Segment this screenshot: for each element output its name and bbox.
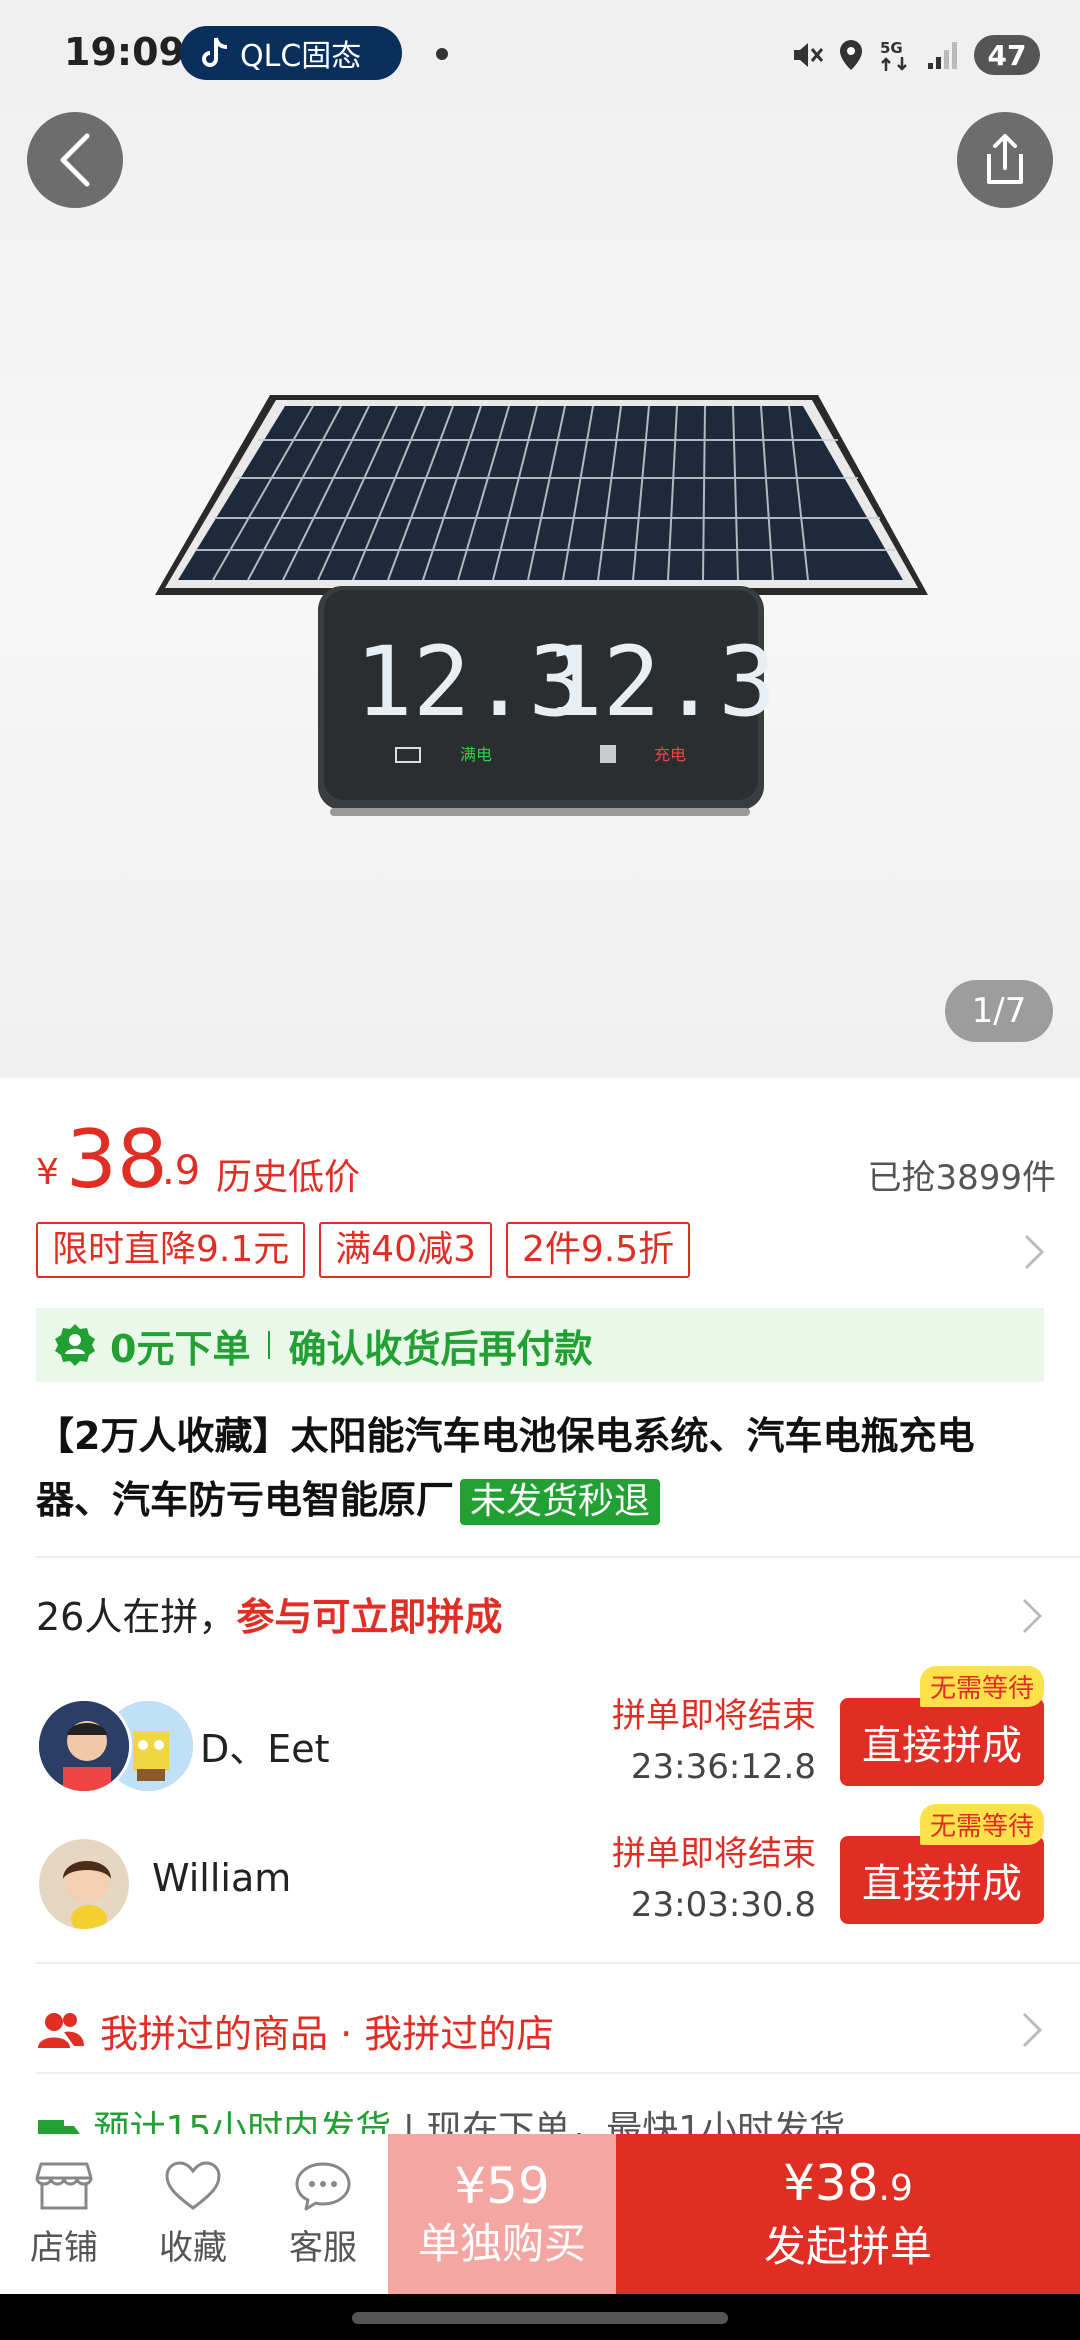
status-time: 19:09	[64, 30, 185, 74]
svg-text:5G: 5G	[880, 39, 903, 57]
product-title: 【2万人收藏】太阳能汽车电池保电系统、汽车电瓶充电器、汽车防亏电智能原厂 未发货秒…	[36, 1404, 1046, 1532]
chat-icon	[295, 2162, 351, 2210]
price-tag: 历史低价	[216, 1157, 361, 1198]
store-label: 店铺	[30, 2227, 98, 2268]
share-button[interactable]	[957, 112, 1053, 208]
refund-badge: 未发货秒退	[460, 1479, 661, 1525]
group-user-name: D、Eet	[200, 1727, 330, 1771]
buy-single-button[interactable]: ¥59 单独购买	[388, 2134, 616, 2294]
history-text: 我拼过的商品 · 我拼过的店	[100, 2011, 555, 2056]
group-history-link[interactable]: 我拼过的商品 · 我拼过的店	[36, 2000, 554, 2060]
status-bar: 19:09 QLC固态 5G 47	[0, 0, 1080, 110]
group-status-text: 拼单即将结束	[612, 1834, 816, 1874]
service-tab[interactable]: 客服	[258, 2134, 388, 2294]
chevron-right-icon	[1022, 2012, 1043, 2048]
location-icon	[840, 40, 862, 70]
group-row: D、Eet 拼单即将结束 23:36:12.8 直接拼成 无需等待	[36, 1666, 1044, 1798]
signal-icon	[928, 42, 957, 69]
indicator-charge-text: 充电	[654, 745, 686, 764]
divider	[36, 1962, 1080, 1964]
badge-check-icon	[55, 1324, 95, 1366]
join-group-button[interactable]: 直接拼成	[840, 1698, 1044, 1786]
zero-pay-banner[interactable]: 0元下单 确认收货后再付款	[36, 1308, 1044, 1382]
product-gallery[interactable]: 12.3 12.3 满电 充电 1/7	[0, 0, 1080, 1078]
5g-icon: 5G	[880, 39, 907, 71]
status-icons: 5G 47	[790, 30, 1040, 80]
single-label: 单独购买	[417, 2219, 586, 2268]
group-row: William 拼单即将结束 23:03:30.8 直接拼成 无需等待	[36, 1804, 1044, 1936]
notification-dot-icon	[436, 48, 448, 60]
single-price: ¥59	[454, 2157, 550, 2215]
zero-pay-main: 0元下单	[110, 1326, 251, 1371]
group-label: 发起拼单	[763, 2222, 932, 2271]
tiktok-icon	[202, 37, 228, 67]
group-price-dec: .9	[878, 2168, 913, 2209]
app-pill[interactable]: QLC固态	[180, 26, 402, 80]
home-indicator[interactable]	[352, 2312, 728, 2324]
zero-pay-sub: 确认收货后再付款	[288, 1326, 593, 1371]
promo-chip: 限时直降9.1元	[36, 1222, 306, 1278]
promo-chip: 满40减3	[319, 1222, 492, 1278]
group-countdown: 23:03:30.8	[630, 1885, 816, 1925]
price-decimal: .9	[162, 1148, 201, 1194]
indicator-full-text: 满电	[460, 745, 492, 764]
group-status: 拼单即将结束 23:36:12.8	[612, 1688, 816, 1787]
zero-pay-divider	[268, 1331, 271, 1359]
divider	[36, 1556, 1080, 1558]
chevron-right-icon	[1022, 1598, 1043, 1634]
service-label: 客服	[289, 2227, 357, 2268]
no-wait-badge: 无需等待	[919, 1804, 1044, 1845]
group-highlight: 参与可立即拼成	[236, 1595, 503, 1639]
chevron-right-icon	[1024, 1234, 1045, 1270]
heart-icon	[165, 2160, 221, 2210]
group-status: 拼单即将结束 23:03:30.8	[612, 1826, 816, 1925]
favorite-tab[interactable]: 收藏	[128, 2134, 258, 2294]
avatar	[36, 1698, 132, 1794]
chevron-left-icon	[60, 133, 90, 187]
group-user-name: William	[152, 1856, 292, 1900]
users-icon	[38, 2013, 84, 2048]
back-button[interactable]	[27, 112, 123, 208]
group-status-text: 拼单即将结束	[612, 1696, 816, 1736]
no-wait-badge: 无需等待	[919, 1666, 1044, 1707]
store-tab[interactable]: 店铺	[0, 2134, 128, 2294]
start-group-button[interactable]: ¥38.9 发起拼单	[616, 2134, 1080, 2294]
display-right-text: 12.3	[545, 626, 776, 738]
sold-count: 已抢3899件	[867, 1158, 1056, 1198]
store-icon	[35, 2162, 93, 2209]
product-image: 12.3 12.3 满电 充电	[0, 0, 1080, 1078]
promo-row[interactable]: 限时直降9.1元 满40减3 2件9.5折	[36, 1222, 1056, 1280]
price-currency: ¥	[36, 1152, 59, 1193]
group-price-int: ¥38	[783, 2154, 879, 2212]
image-counter: 1/7	[945, 980, 1053, 1042]
join-group-button[interactable]: 直接拼成	[840, 1836, 1044, 1924]
avatar	[36, 1836, 132, 1932]
group-countdown: 23:36:12.8	[630, 1747, 816, 1787]
promo-chip: 2件9.5折	[505, 1222, 691, 1278]
divider	[36, 2072, 1080, 2074]
group-buy-header[interactable]: 26人在拼，参与可立即拼成	[36, 1586, 502, 1641]
favorite-label: 收藏	[159, 2227, 227, 2268]
group-count: 26人在拼，	[36, 1595, 237, 1639]
price-row: ¥ 38 .9 历史低价 已抢3899件	[36, 1110, 1056, 1206]
bottom-action-bar: 店铺 收藏 客服 ¥59 单独购买 ¥38.9 发起拼单	[0, 2134, 1080, 2294]
share-icon	[987, 134, 1023, 184]
app-pill-label: QLC固态	[240, 39, 362, 74]
battery-indicator: 47	[974, 35, 1040, 75]
price-integer: 38	[66, 1113, 168, 1206]
mute-icon	[794, 43, 824, 67]
